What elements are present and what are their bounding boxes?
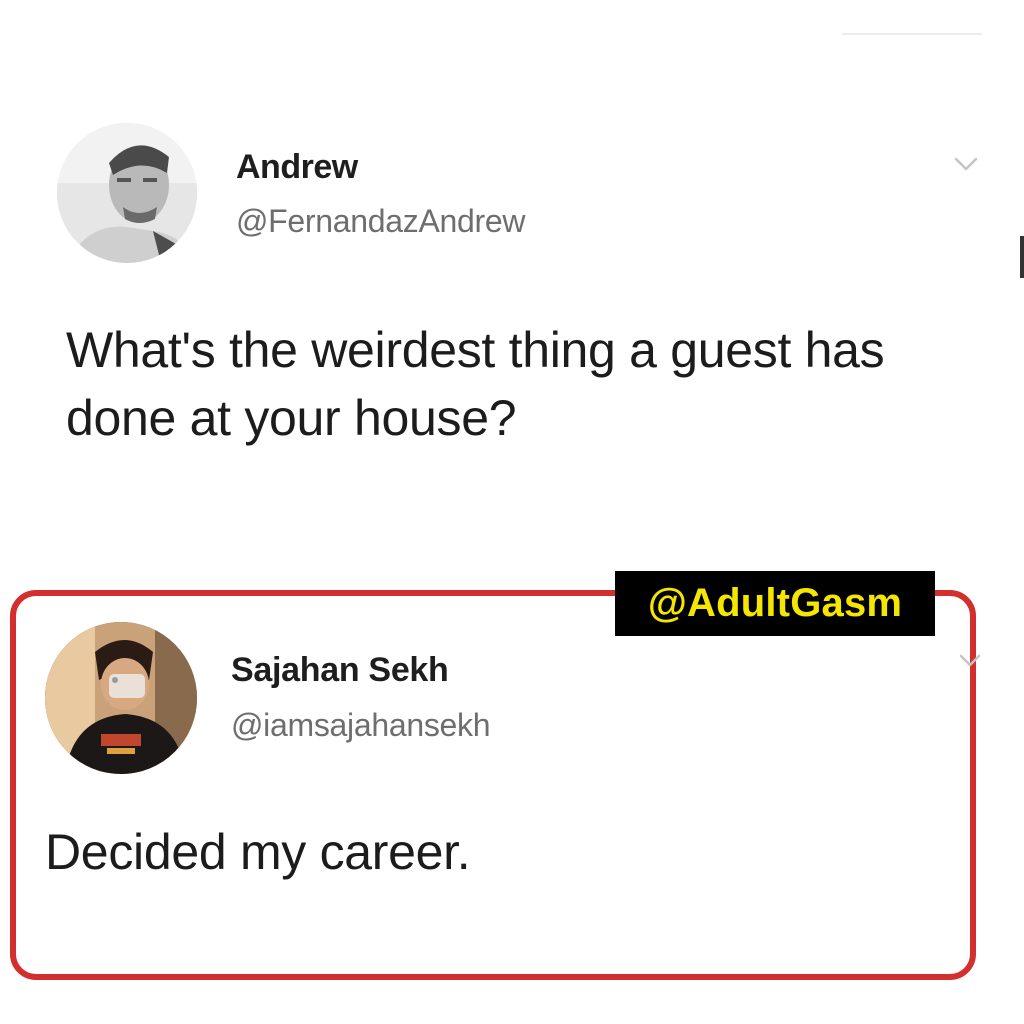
- andrew-avatar[interactable]: [57, 123, 197, 263]
- scroll-edge-mark: [1020, 236, 1024, 278]
- andrew-tweet-text: What's the weirdest thing a guest has do…: [66, 322, 885, 446]
- sajahan-reply-text: Decided my career.: [45, 824, 471, 880]
- meme-screenshot: Andrew @FernandazAndrew What's the weird…: [0, 0, 1024, 1024]
- top-divider: [842, 33, 982, 35]
- watermark-label: @AdultGasm: [615, 571, 935, 636]
- sajahan-handle[interactable]: @iamsajahansekh: [231, 707, 491, 744]
- sajahan-display-name[interactable]: Sajahan Sekh: [231, 651, 449, 690]
- user-photo-icon: [57, 123, 197, 263]
- sajahan-avatar[interactable]: [45, 622, 197, 774]
- andrew-display-name[interactable]: Andrew: [236, 148, 358, 187]
- chevron-down-icon[interactable]: [957, 648, 983, 674]
- chevron-down-icon[interactable]: [952, 150, 980, 178]
- andrew-handle[interactable]: @FernandazAndrew: [236, 203, 525, 240]
- user-photo-icon: [45, 622, 197, 774]
